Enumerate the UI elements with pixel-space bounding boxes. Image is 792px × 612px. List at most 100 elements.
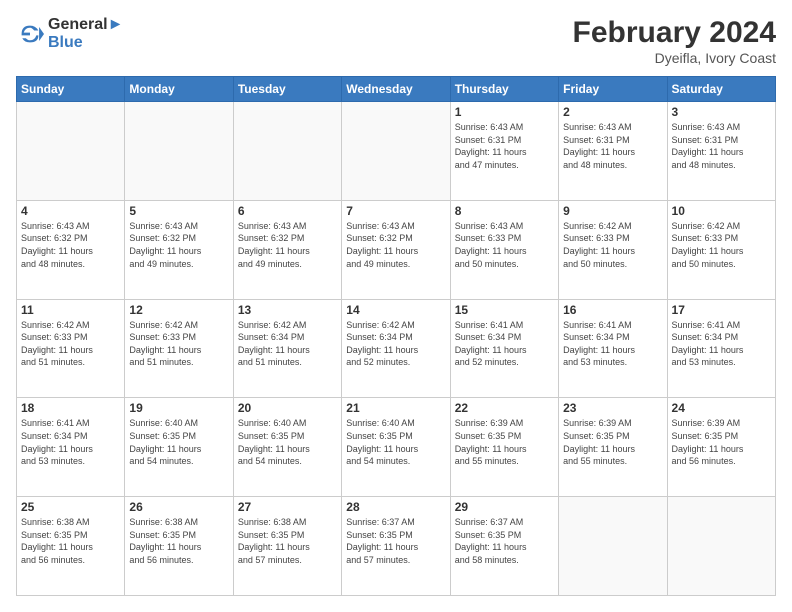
day-info: Sunrise: 6:42 AMSunset: 6:34 PMDaylight:… [346, 319, 445, 369]
day-number: 6 [238, 204, 337, 218]
calendar-cell: 20Sunrise: 6:40 AMSunset: 6:35 PMDayligh… [233, 398, 341, 497]
day-number: 28 [346, 500, 445, 514]
calendar-cell: 17 Sunrise: 6:41 AMSunset: 6:34 PMDayligh… [667, 299, 775, 398]
calendar-cell: 18 Sunrise: 6:41 AMSunset: 6:34 PMDayligh… [17, 398, 125, 497]
day-number: 16 [563, 303, 662, 317]
calendar-cell: 5 Sunrise: 6:43 AMSunset: 6:32 PMDaylight… [125, 200, 233, 299]
calendar-cell: 6 Sunrise: 6:43 AMSunset: 6:32 PMDaylight… [233, 200, 341, 299]
day-number: 3 [672, 105, 771, 119]
day-number: 12 [129, 303, 228, 317]
day-number: 23 [563, 401, 662, 415]
calendar-table: SundayMondayTuesdayWednesdayThursdayFrid… [16, 76, 776, 596]
day-info: Sunrise: 6:43 AMSunset: 6:32 PMDaylight:… [346, 220, 445, 270]
calendar-week-2: 4 Sunrise: 6:43 AMSunset: 6:32 PMDaylight… [17, 200, 776, 299]
day-info: Sunrise: 6:41 AMSunset: 6:34 PMDaylight:… [21, 417, 120, 467]
header: General► Blue February 2024 Dyeifla, Ivo… [16, 16, 776, 66]
day-info: Sunrise: 6:37 AMSunset: 6:35 PMDaylight:… [346, 516, 445, 566]
day-info: Sunrise: 6:42 AMSunset: 6:33 PMDaylight:… [21, 319, 120, 369]
day-number: 5 [129, 204, 228, 218]
calendar-cell: 25 Sunrise: 6:38 AMSunset: 6:35 PMDayligh… [17, 497, 125, 596]
day-info: Sunrise: 6:41 AMSunset: 6:34 PMDaylight:… [672, 319, 771, 369]
day-info: Sunrise: 6:37 AMSunset: 6:35 PMDaylight:… [455, 516, 554, 566]
day-info: Sunrise: 6:43 AMSunset: 6:32 PMDaylight:… [129, 220, 228, 270]
logo: General► Blue [16, 16, 123, 52]
day-info: Sunrise: 6:38 AMSunset: 6:35 PMDaylight:… [21, 516, 120, 566]
day-info: Sunrise: 6:43 AMSunset: 6:31 PMDaylight:… [563, 121, 662, 171]
day-info: Sunrise: 6:41 AMSunset: 6:34 PMDaylight:… [455, 319, 554, 369]
calendar-cell: 29 Sunrise: 6:37 AMSunset: 6:35 PMDayligh… [450, 497, 558, 596]
day-number: 13 [238, 303, 337, 317]
weekday-header-monday: Monday [125, 77, 233, 102]
calendar-cell: 7 Sunrise: 6:43 AMSunset: 6:32 PMDaylight… [342, 200, 450, 299]
day-number: 21 [346, 401, 445, 415]
calendar-cell: 12Sunrise: 6:42 AMSunset: 6:33 PMDayligh… [125, 299, 233, 398]
day-number: 24 [672, 401, 771, 415]
calendar-cell [125, 102, 233, 201]
calendar-cell: 28 Sunrise: 6:37 AMSunset: 6:35 PMDayligh… [342, 497, 450, 596]
calendar-cell: 9 Sunrise: 6:42 AMSunset: 6:33 PMDaylight… [559, 200, 667, 299]
calendar-cell: 11 Sunrise: 6:42 AMSunset: 6:33 PMDayligh… [17, 299, 125, 398]
calendar-cell [342, 102, 450, 201]
day-number: 4 [21, 204, 120, 218]
calendar-cell: 13 Sunrise: 6:42 AMSunset: 6:34 PMDayligh… [233, 299, 341, 398]
calendar-cell: 1 Sunrise: 6:43 AMSunset: 6:31 PMDaylight… [450, 102, 558, 201]
day-number: 1 [455, 105, 554, 119]
weekday-header-saturday: Saturday [667, 77, 775, 102]
day-info: Sunrise: 6:41 AMSunset: 6:34 PMDaylight:… [563, 319, 662, 369]
day-info: Sunrise: 6:42 AMSunset: 6:34 PMDaylight:… [238, 319, 337, 369]
day-info: Sunrise: 6:40 AMSunset: 6:35 PMDaylight:… [346, 417, 445, 467]
day-info: Sunrise: 6:43 AMSunset: 6:33 PMDaylight:… [455, 220, 554, 270]
weekday-header-sunday: Sunday [17, 77, 125, 102]
day-number: 15 [455, 303, 554, 317]
day-number: 10 [672, 204, 771, 218]
day-info: Sunrise: 6:39 AMSunset: 6:35 PMDaylight:… [563, 417, 662, 467]
day-info: Sunrise: 6:42 AMSunset: 6:33 PMDaylight:… [563, 220, 662, 270]
day-info: Sunrise: 6:38 AMSunset: 6:35 PMDaylight:… [238, 516, 337, 566]
day-number: 22 [455, 401, 554, 415]
day-number: 19 [129, 401, 228, 415]
day-info: Sunrise: 6:43 AMSunset: 6:31 PMDaylight:… [455, 121, 554, 171]
day-number: 17 [672, 303, 771, 317]
calendar-header: SundayMondayTuesdayWednesdayThursdayFrid… [17, 77, 776, 102]
day-info: Sunrise: 6:43 AMSunset: 6:32 PMDaylight:… [238, 220, 337, 270]
day-info: Sunrise: 6:39 AMSunset: 6:35 PMDaylight:… [455, 417, 554, 467]
day-number: 18 [21, 401, 120, 415]
calendar-cell: 14 Sunrise: 6:42 AMSunset: 6:34 PMDayligh… [342, 299, 450, 398]
weekday-header-friday: Friday [559, 77, 667, 102]
page: General► Blue February 2024 Dyeifla, Ivo… [0, 0, 792, 612]
day-number: 20 [238, 401, 337, 415]
calendar-cell: 8Sunrise: 6:43 AMSunset: 6:33 PMDaylight… [450, 200, 558, 299]
calendar-cell: 2 Sunrise: 6:43 AMSunset: 6:31 PMDaylight… [559, 102, 667, 201]
calendar-cell: 3Sunrise: 6:43 AMSunset: 6:31 PMDaylight… [667, 102, 775, 201]
weekday-header-thursday: Thursday [450, 77, 558, 102]
day-number: 29 [455, 500, 554, 514]
day-info: Sunrise: 6:40 AMSunset: 6:35 PMDaylight:… [129, 417, 228, 467]
calendar-cell: 19 Sunrise: 6:40 AMSunset: 6:35 PMDayligh… [125, 398, 233, 497]
calendar-cell: 16 Sunrise: 6:41 AMSunset: 6:34 PMDayligh… [559, 299, 667, 398]
calendar-cell: 15 Sunrise: 6:41 AMSunset: 6:34 PMDayligh… [450, 299, 558, 398]
calendar-cell: 24 Sunrise: 6:39 AMSunset: 6:35 PMDayligh… [667, 398, 775, 497]
day-info: Sunrise: 6:38 AMSunset: 6:35 PMDaylight:… [129, 516, 228, 566]
calendar-cell: 26 Sunrise: 6:38 AMSunset: 6:35 PMDayligh… [125, 497, 233, 596]
day-number: 25 [21, 500, 120, 514]
day-number: 14 [346, 303, 445, 317]
calendar-cell: 23 Sunrise: 6:39 AMSunset: 6:35 PMDayligh… [559, 398, 667, 497]
calendar-cell: 22 Sunrise: 6:39 AMSunset: 6:35 PMDayligh… [450, 398, 558, 497]
day-number: 27 [238, 500, 337, 514]
calendar-cell: 21 Sunrise: 6:40 AMSunset: 6:35 PMDayligh… [342, 398, 450, 497]
calendar-week-4: 18 Sunrise: 6:41 AMSunset: 6:34 PMDayligh… [17, 398, 776, 497]
day-info: Sunrise: 6:39 AMSunset: 6:35 PMDaylight:… [672, 417, 771, 467]
calendar-week-5: 25 Sunrise: 6:38 AMSunset: 6:35 PMDayligh… [17, 497, 776, 596]
day-info: Sunrise: 6:42 AMSunset: 6:33 PMDaylight:… [672, 220, 771, 270]
calendar-cell [233, 102, 341, 201]
day-number: 2 [563, 105, 662, 119]
day-number: 11 [21, 303, 120, 317]
calendar-cell: 27 Sunrise: 6:38 AMSunset: 6:35 PMDayligh… [233, 497, 341, 596]
day-number: 26 [129, 500, 228, 514]
title-block: February 2024 Dyeifla, Ivory Coast [573, 16, 776, 66]
calendar-week-3: 11 Sunrise: 6:42 AMSunset: 6:33 PMDayligh… [17, 299, 776, 398]
calendar-cell [17, 102, 125, 201]
day-number: 7 [346, 204, 445, 218]
calendar-cell [559, 497, 667, 596]
day-number: 9 [563, 204, 662, 218]
